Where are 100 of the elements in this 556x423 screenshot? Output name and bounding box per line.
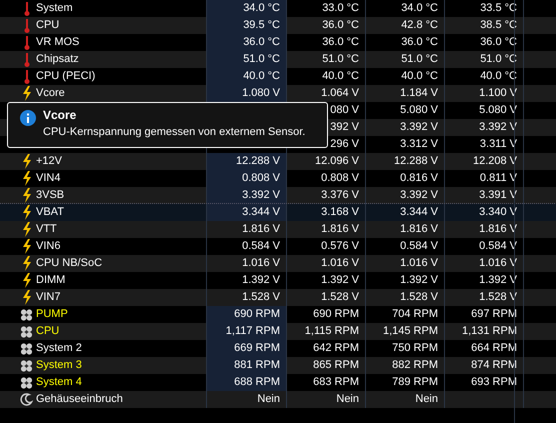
lightning-icon	[22, 239, 32, 254]
sensor-label: VR MOS	[36, 35, 80, 50]
value-cell-text: 1.528 V	[400, 290, 438, 306]
value-cell-text: 51.0 °C	[401, 52, 438, 68]
sensor-label: VBAT	[36, 205, 64, 220]
value-cell-text: 1.064 V	[321, 86, 359, 102]
value-cell-text: 3.392 V	[400, 188, 438, 204]
sensor-label: VTT	[36, 222, 57, 238]
value-cell-text: 3.344 V	[400, 205, 438, 220]
lightning-icon	[22, 222, 32, 237]
value-cell-text: 669 RPM	[234, 341, 280, 356]
value-cell-text: 690 RPM	[234, 307, 280, 322]
lightning-icon	[22, 256, 32, 271]
value-cell-text: 874 RPM	[471, 358, 517, 374]
value-cell-text: 40.0 °C	[243, 69, 280, 84]
value-cell-text: 1.816 V	[321, 222, 359, 238]
sensor-label: System 4	[36, 375, 82, 390]
value-cell-text: 12.288 V	[394, 154, 438, 170]
sensor-label: VIN4	[36, 171, 60, 186]
fan-icon	[20, 376, 33, 390]
sensor-label: System 2	[36, 341, 82, 356]
lightning-icon	[22, 86, 32, 101]
lightning-icon	[22, 273, 32, 288]
value-cell-text: 34.0 °C	[401, 1, 438, 16]
value-cell-text: 865 RPM	[313, 358, 359, 374]
sensor-label: DIMM	[36, 273, 66, 288]
sensor-label: CPU	[36, 324, 60, 340]
sensor-label: Vcore	[36, 86, 65, 102]
value-cell-text: 1,115 RPM	[304, 324, 359, 340]
value-cell-text: 1.392 V	[321, 273, 359, 288]
value-cell-text: 697 RPM	[471, 307, 517, 322]
value-cell-text: 5.080 V	[400, 103, 438, 118]
info-icon	[20, 110, 36, 126]
value-cell-text: 1.016 V	[242, 256, 280, 272]
sensor-label: VIN7	[36, 290, 60, 306]
fan-icon	[20, 308, 33, 322]
value-cell-text: 12.096 V	[314, 154, 359, 170]
value-cell-text: 3.392 V	[242, 188, 280, 204]
lightning-icon	[22, 188, 32, 203]
sensor-label: CPU	[36, 18, 60, 34]
value-cell-text: 33.0 °C	[322, 1, 359, 16]
lightning-icon	[22, 290, 32, 305]
value-cell-text: 40.0 °C	[322, 69, 359, 84]
value-cell-text: 3.168 V	[321, 205, 359, 220]
lightning-icon	[22, 205, 32, 220]
value-cell-text: 0.576 V	[321, 239, 359, 254]
value-cell-text: 1.392 V	[242, 273, 280, 288]
fan-icon	[20, 342, 33, 356]
value-cell-text: 1,145 RPM	[382, 324, 438, 340]
value-cell-text: 36.0 °C	[243, 35, 280, 50]
lightning-icon	[22, 154, 32, 169]
value-cell-text: 750 RPM	[392, 341, 438, 356]
value-cell-text: 34.0 °C	[243, 1, 280, 16]
value-cell-text: 1.816 V	[242, 222, 280, 238]
value-cell-text: 3.344 V	[242, 205, 280, 220]
value-cell-text: 36.0 °C	[401, 35, 438, 50]
value-cell-text: 0.584 V	[400, 239, 438, 254]
sensor-label: +12V	[36, 154, 62, 170]
sensor-label: System	[36, 1, 73, 16]
value-cell-text: 0.584 V	[242, 239, 280, 254]
value-cell-text: 36.0 °C	[322, 35, 359, 50]
value-cell-text: 080 V	[330, 103, 359, 118]
fan-icon	[20, 324, 33, 338]
value-cell-text: 0.808 V	[321, 171, 359, 186]
sensor-label: Gehäuseeinbruch	[36, 392, 123, 408]
value-cell-text: 3.312 V	[400, 137, 438, 152]
value-cell-text: 690 RPM	[313, 307, 359, 322]
value-cell-text: 1.080 V	[242, 86, 280, 102]
value-cell-text: Nein	[336, 392, 359, 408]
value-cell-text: 1,131 RPM	[462, 324, 517, 340]
value-cell-text: 693 RPM	[471, 375, 517, 390]
value-cell-text: 704 RPM	[392, 307, 438, 322]
crescent-icon	[20, 393, 33, 406]
thermometer-icon	[24, 52, 30, 66]
value-cell-text: 1.528 V	[242, 290, 280, 306]
value-cell-text: 40.0 °C	[401, 69, 438, 84]
value-cell-text: 0.816 V	[400, 171, 438, 186]
fan-icon	[20, 358, 33, 372]
tooltip-text: CPU-Kernspannung gemessen von externem Sensor.	[43, 125, 306, 140]
value-cell-text: 642 RPM	[313, 341, 359, 356]
value-cell-text: 1.184 V	[400, 86, 438, 102]
value-cell-text: 664 RPM	[471, 341, 517, 356]
value-cell-text: 1.392 V	[400, 273, 438, 288]
value-cell-text: 51.0 °C	[322, 52, 359, 68]
sensor-label: CPU (PECI)	[36, 69, 96, 84]
value-cell-text: 392 V	[330, 120, 359, 136]
value-cell-text: 789 RPM	[392, 375, 438, 390]
value-cell-text: 51.0 °C	[243, 52, 280, 68]
sensor-label: CPU NB/SoC	[36, 256, 102, 272]
value-cell-text: 881 RPM	[234, 358, 280, 374]
value-cell-text: 3.376 V	[321, 188, 359, 204]
value-cell-text: Nein	[415, 392, 438, 408]
sensor-label: 3VSB	[36, 188, 64, 204]
value-cell-text: 1.016 V	[321, 256, 359, 272]
value-cell-text: 1.816 V	[400, 222, 438, 238]
value-cell-text: 1.528 V	[321, 290, 359, 306]
value-cell-text: 688 RPM	[234, 375, 280, 390]
tooltip-title: Vcore	[43, 107, 78, 124]
sensor-label: VIN6	[36, 239, 60, 254]
sensor-label: System 3	[36, 358, 82, 374]
